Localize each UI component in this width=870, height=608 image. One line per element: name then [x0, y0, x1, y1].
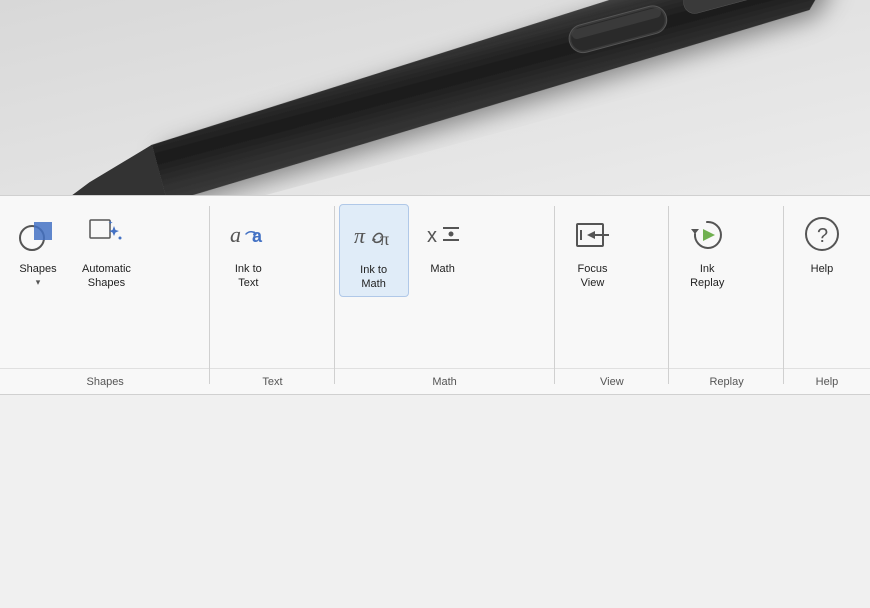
pen-area — [0, 0, 870, 200]
help-group-label: Help — [784, 368, 870, 394]
math-group-label: Math — [335, 368, 555, 394]
auto-shapes-icon — [82, 210, 130, 258]
shapes-dropdown-arrow: ▾ — [36, 277, 41, 288]
help-icon: ? — [798, 210, 846, 258]
math-icon: x — [419, 210, 467, 258]
ink-to-text-button[interactable]: a a Ink to Text — [214, 204, 282, 295]
math-label: Math — [430, 262, 454, 276]
shapes-icon — [14, 210, 62, 258]
auto-shapes-label: Automatic Shapes — [82, 262, 131, 291]
replay-group-label: Replay — [669, 368, 784, 394]
svg-text:π: π — [354, 223, 366, 248]
shapes-label: Shapes — [19, 262, 56, 276]
svg-text:π: π — [380, 229, 389, 249]
ribbon-group-text: a a Ink to Text Text — [210, 196, 334, 394]
help-button[interactable]: ? Help — [788, 204, 856, 280]
svg-text:?: ? — [817, 225, 828, 247]
ink-to-math-icon: π π — [350, 211, 398, 259]
shapes-button[interactable]: Shapes ▾ — [4, 204, 72, 292]
ribbon-group-math: π π Ink to Math x — [335, 196, 555, 394]
ribbon-group-replay: Ink Replay Replay — [669, 196, 784, 394]
svg-text:a: a — [252, 226, 263, 246]
content-area — [0, 395, 870, 608]
ink-to-text-label: Ink to Text — [235, 262, 262, 291]
ink-to-math-button[interactable]: π π Ink to Math — [339, 204, 409, 297]
view-group-label: View — [555, 368, 670, 394]
focus-view-label: Focus View — [578, 262, 608, 291]
ribbon-group-view: Focus View View — [555, 196, 670, 394]
ribbon-group-shapes: Shapes ▾ — [0, 196, 210, 394]
ink-replay-label: Ink Replay — [690, 262, 724, 291]
automatic-shapes-button[interactable]: Automatic Shapes — [72, 204, 141, 295]
svg-text:x: x — [427, 225, 437, 247]
ink-to-text-icon: a a — [224, 210, 272, 258]
text-group-label: Text — [210, 368, 334, 394]
ink-replay-icon — [683, 210, 731, 258]
focus-view-icon — [569, 210, 617, 258]
ribbon: Shapes ▾ — [0, 195, 870, 395]
svg-text:a: a — [230, 222, 241, 247]
focus-view-button[interactable]: Focus View — [559, 204, 627, 295]
ribbon-group-help: ? Help Help — [784, 196, 870, 394]
ink-to-math-label: Ink to Math — [360, 263, 387, 292]
math-button[interactable]: x Math — [409, 204, 477, 280]
ink-replay-button[interactable]: Ink Replay — [673, 204, 741, 295]
shapes-group-label: Shapes — [0, 368, 210, 394]
help-label: Help — [811, 262, 834, 276]
